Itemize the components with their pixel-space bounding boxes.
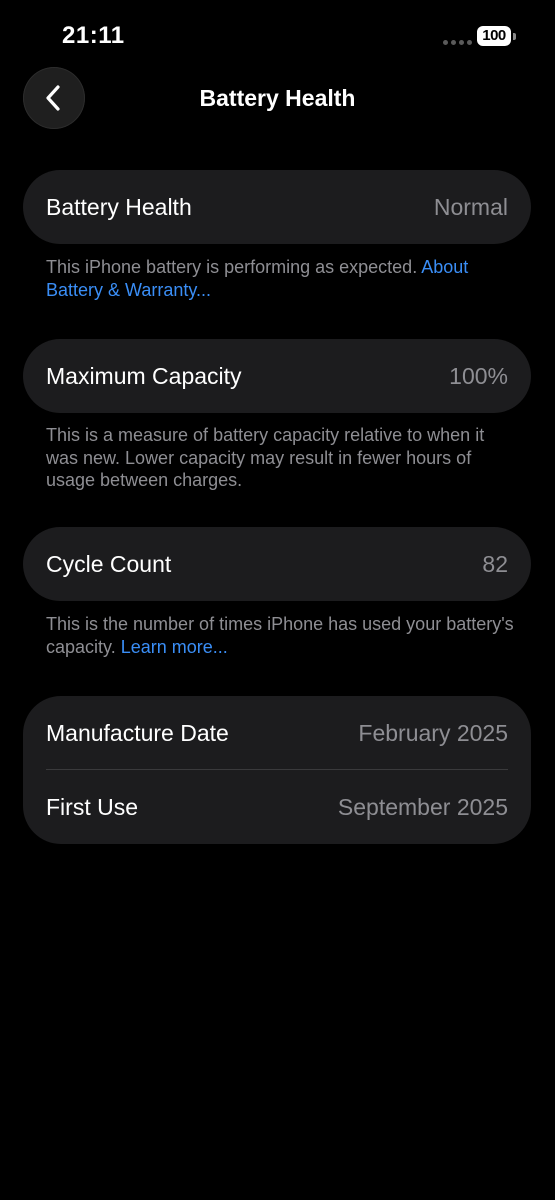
maximum-capacity-card: Maximum Capacity 100% (23, 339, 531, 413)
battery-icon: 100 (477, 26, 516, 46)
dates-card: Manufacture Date February 2025 First Use… (23, 696, 531, 844)
manufacture-date-value: February 2025 (358, 720, 508, 746)
cycle-count-footer: This is the number of times iPhone has u… (46, 613, 516, 658)
maximum-capacity-footer-text: This is a measure of battery capacity re… (46, 425, 485, 490)
cycle-count-label: Cycle Count (46, 551, 172, 577)
battery-health-label: Battery Health (46, 194, 192, 220)
battery-health-footer-text: This iPhone battery is performing as exp… (46, 257, 422, 277)
battery-health-row: Battery Health Normal (23, 170, 531, 244)
status-time: 21:11 (62, 22, 125, 49)
first-use-row: First Use September 2025 (23, 770, 531, 844)
first-use-value: September 2025 (337, 794, 508, 820)
battery-level: 100 (477, 26, 511, 46)
cycle-count-row: Cycle Count 82 (23, 527, 531, 601)
maximum-capacity-row: Maximum Capacity 100% (23, 339, 531, 413)
battery-health-card: Battery Health Normal (23, 170, 531, 244)
page-title: Battery Health (199, 85, 356, 111)
maximum-capacity-label: Maximum Capacity (46, 363, 242, 389)
status-bar: 21:11 100 (0, 0, 555, 70)
cycle-count-footer-text: This is the number of times iPhone has u… (46, 614, 514, 657)
learn-more-link[interactable]: Learn more... (121, 637, 228, 657)
manufacture-date-label: Manufacture Date (46, 720, 229, 746)
maximum-capacity-value: 100% (449, 363, 508, 389)
battery-health-value: Normal (433, 194, 508, 220)
manufacture-date-row: Manufacture Date February 2025 (23, 696, 531, 770)
battery-health-footer: This iPhone battery is performing as exp… (46, 256, 516, 301)
cycle-count-card: Cycle Count 82 (23, 527, 531, 601)
signal-icon (443, 40, 472, 45)
first-use-label: First Use (46, 794, 138, 820)
cycle-count-value: 82 (482, 551, 508, 577)
maximum-capacity-footer: This is a measure of battery capacity re… (46, 424, 516, 492)
